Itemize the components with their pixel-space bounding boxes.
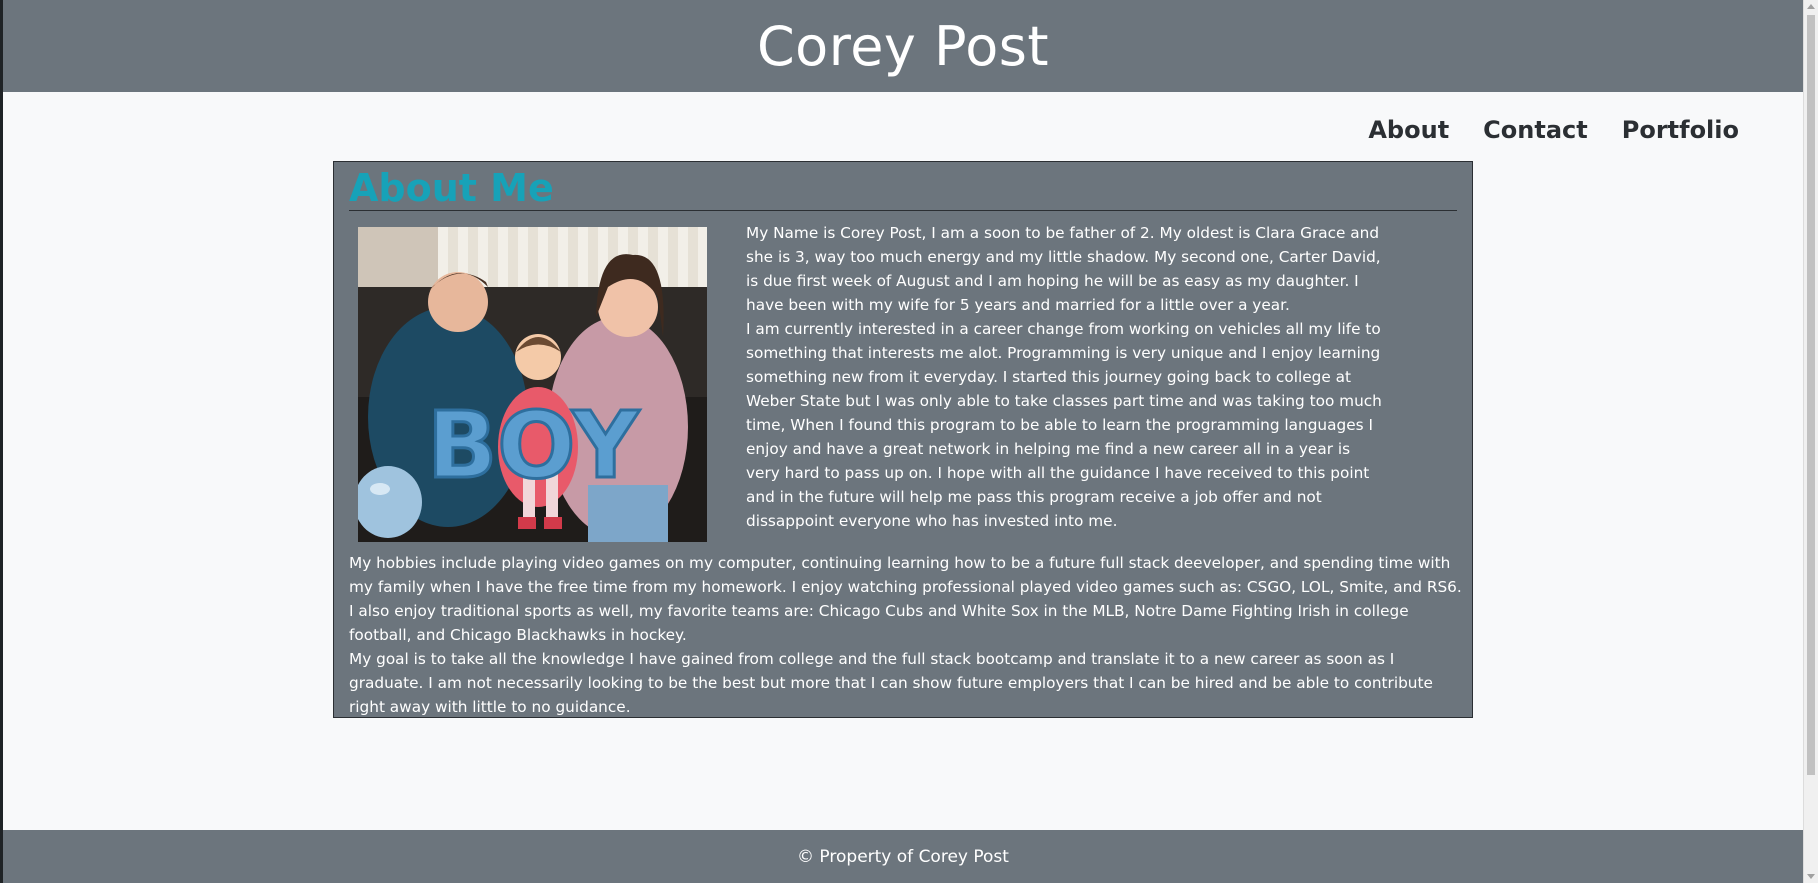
hobbies-paragraph: My hobbies include playing video games o… bbox=[349, 554, 1462, 644]
balloon-letters: BOY bbox=[427, 392, 640, 499]
bio-paragraph: My Name is Corey Post, I am a soon to be… bbox=[746, 224, 1381, 314]
footer-text: © Property of Corey Post bbox=[797, 846, 1009, 867]
site-footer: © Property of Corey Post bbox=[3, 830, 1803, 883]
about-divider bbox=[349, 210, 1457, 211]
scroll-up-icon[interactable] bbox=[1807, 4, 1815, 9]
hobbies-text: My hobbies include playing video games o… bbox=[349, 551, 1464, 719]
goals-paragraph: My goal is to take all the knowledge I h… bbox=[349, 650, 1433, 716]
scroll-down-icon[interactable] bbox=[1807, 874, 1815, 879]
nav-link-contact[interactable]: Contact bbox=[1483, 116, 1588, 144]
nav-link-portfolio[interactable]: Portfolio bbox=[1622, 116, 1739, 144]
site-header: Corey Post bbox=[3, 0, 1803, 92]
page: Corey Post About Contact Portfolio About… bbox=[3, 0, 1803, 883]
nav-link-about[interactable]: About bbox=[1368, 116, 1449, 144]
bio-paragraph: I am currently interested in a career ch… bbox=[746, 320, 1382, 530]
vertical-scrollbar[interactable] bbox=[1803, 0, 1818, 883]
family-photo: BOY bbox=[358, 227, 707, 542]
about-section: About Me BOY My Name is Corey Post, I am… bbox=[333, 161, 1473, 718]
bio-text: My Name is Corey Post, I am a soon to be… bbox=[746, 221, 1386, 533]
about-title: About Me bbox=[349, 166, 554, 210]
scroll-thumb[interactable] bbox=[1807, 15, 1815, 775]
site-title: Corey Post bbox=[756, 14, 1050, 78]
main-nav: About Contact Portfolio bbox=[1368, 116, 1739, 144]
